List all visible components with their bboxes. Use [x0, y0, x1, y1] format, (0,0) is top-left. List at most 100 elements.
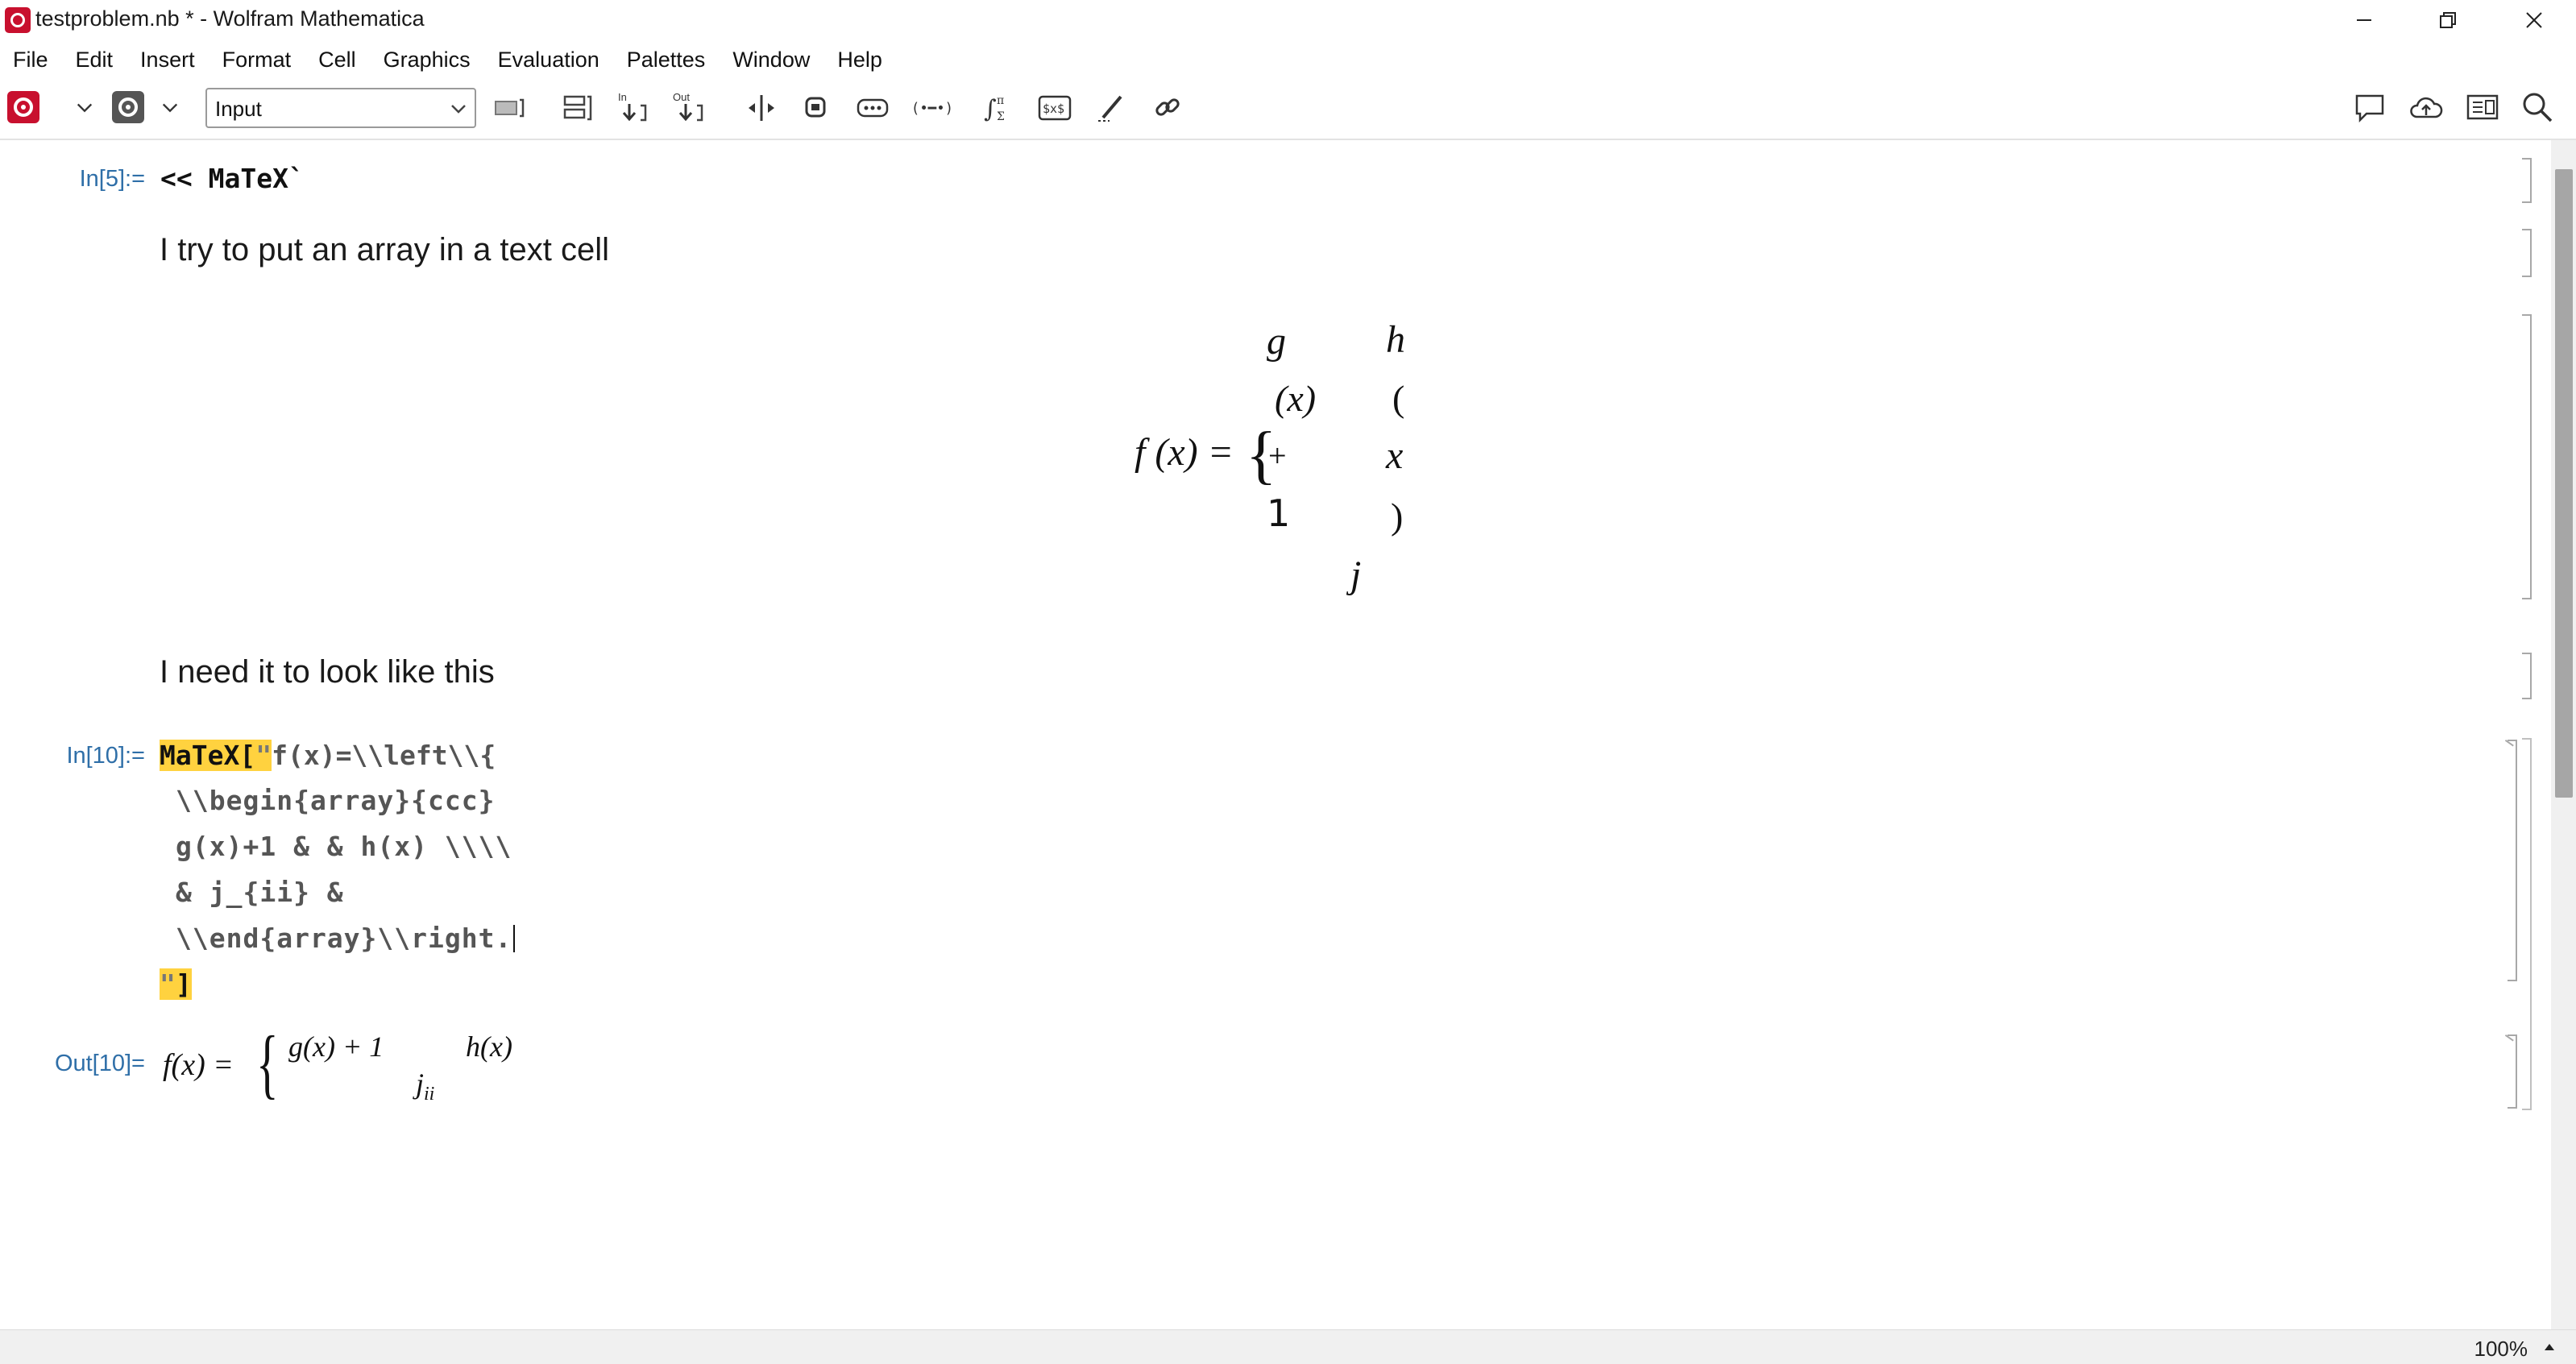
menu-format[interactable]: Format: [209, 48, 305, 73]
insert-between-icon: [749, 95, 774, 121]
cell-bracket-text1[interactable]: [2522, 229, 2532, 277]
code-line[interactable]: g(x)+1 & & h(x) \\\\: [176, 831, 512, 862]
close-quote: ": [160, 968, 176, 1000]
chevron-up-icon[interactable]: [2542, 1340, 2557, 1354]
cell-style-select[interactable]: Input: [205, 88, 476, 128]
drawing-tool-icon: [1098, 95, 1122, 122]
minimize-button[interactable]: [2325, 0, 2403, 40]
cell-bracket-formula[interactable]: [2522, 314, 2532, 599]
output-brace: {: [256, 1020, 279, 1106]
menu-help[interactable]: Help: [823, 48, 896, 73]
cell-bracket-input-10[interactable]: [2508, 740, 2517, 981]
template-box-button[interactable]: [854, 90, 891, 126]
evaluate-icon: [7, 91, 39, 123]
restore-icon: [2440, 12, 2456, 28]
menu-window[interactable]: Window: [719, 48, 823, 73]
svg-text:∫: ∫: [984, 95, 997, 123]
close-bracket: ]: [175, 968, 192, 1000]
svg-text:Σ: Σ: [997, 110, 1005, 123]
title-bar: testproblem.nb * - Wolfram Mathematica: [0, 0, 2576, 40]
code-line-with-cursor[interactable]: \\end{array}\\right.: [176, 922, 516, 954]
formula-token: x: [1386, 434, 1404, 477]
inline-tex-button[interactable]: $x$: [1036, 90, 1073, 126]
split-cell-button[interactable]: [559, 90, 596, 126]
settings-button[interactable]: [110, 85, 147, 129]
copy-input-icon: [805, 97, 826, 118]
search-icon: [2523, 93, 2553, 122]
restore-button[interactable]: [2409, 0, 2487, 40]
scrollbar-thumb[interactable]: [2555, 169, 2573, 798]
close-button[interactable]: [2495, 0, 2573, 40]
input-cell-10-closing[interactable]: "]: [160, 968, 192, 1000]
cloud-upload-icon: [2410, 97, 2443, 118]
split-cell-icon: [563, 95, 592, 121]
formula-token: j: [1350, 553, 1362, 596]
cell-group-bracket[interactable]: [2522, 738, 2532, 1110]
svg-text:$x$: $x$: [1043, 102, 1064, 116]
close-group-button[interactable]: [492, 90, 529, 126]
evaluate-button[interactable]: [5, 85, 42, 129]
svg-text:π: π: [997, 94, 1004, 107]
input-above-button[interactable]: In: [614, 87, 651, 127]
input-label-5: In[5]:=: [79, 166, 145, 192]
enclose-button[interactable]: (•━•): [909, 90, 952, 126]
menu-insert[interactable]: Insert: [127, 48, 209, 73]
code-line: f(x)=\\left\\{: [272, 740, 496, 771]
zoom-level[interactable]: 100%: [2474, 1337, 2528, 1362]
output-lhs: f(x) =: [163, 1048, 234, 1082]
input-label-10: In[10]:=: [66, 743, 145, 769]
search-button[interactable]: [2519, 89, 2556, 126]
cell-style-value: Input: [215, 97, 262, 121]
text-cell-2[interactable]: I need it to look like this: [160, 654, 495, 690]
math-assistant-icon: ∫ πΣ: [984, 94, 1005, 123]
formula-token: (: [1392, 378, 1405, 419]
cell-bracket-text2[interactable]: [2522, 653, 2532, 699]
text-cursor: [513, 925, 516, 952]
formula-lhs: f (x) =: [1135, 431, 1234, 474]
code-line[interactable]: & j_{ii} &: [176, 877, 344, 908]
vertical-scrollbar[interactable]: [2551, 140, 2576, 1329]
matex-function-name: MaTeX: [160, 740, 240, 771]
settings-dropdown[interactable]: [158, 95, 182, 119]
menu-evaluation[interactable]: Evaluation: [484, 48, 613, 73]
output-row1-right: h(x): [466, 1030, 512, 1063]
comment-icon: [2355, 94, 2384, 123]
cloud-upload-button[interactable]: [2408, 89, 2445, 126]
notebook-view-button[interactable]: [2464, 89, 2501, 126]
drawing-tool-button[interactable]: [1093, 90, 1130, 126]
copy-input-button[interactable]: [798, 90, 835, 126]
menu-cell[interactable]: Cell: [305, 48, 370, 73]
menu-file[interactable]: File: [0, 48, 62, 73]
text-cell-1[interactable]: I try to put an array in a text cell: [160, 232, 609, 268]
output-subscript: ii: [424, 1084, 435, 1105]
input-cell-5[interactable]: << MaTeX`: [160, 163, 305, 194]
chevron-down-icon: [451, 105, 466, 114]
code-line[interactable]: \\begin{array}{ccc}: [176, 785, 496, 816]
template-box-icon: [857, 98, 889, 118]
formula-token: +: [1268, 437, 1287, 474]
svg-text:Out: Out: [673, 91, 690, 103]
output-below-button[interactable]: Out: [670, 87, 707, 127]
comment-button[interactable]: [2351, 89, 2388, 126]
cell-bracket-5[interactable]: [2522, 158, 2532, 203]
math-assistant-button[interactable]: ∫ π Σ: [980, 87, 1017, 127]
menu-graphics[interactable]: Graphics: [370, 48, 484, 73]
notebook-area[interactable]: In[5]:= << MaTeX` I try to put an array …: [0, 140, 2551, 1329]
open-quote: ": [255, 740, 272, 771]
link-button[interactable]: [1149, 90, 1186, 126]
menu-palettes[interactable]: Palettes: [613, 48, 720, 73]
insert-between-button[interactable]: [743, 90, 780, 126]
mathematica-logo-icon: [5, 7, 31, 33]
output-label-10: Out[10]=: [54, 1051, 145, 1076]
output-j: j: [416, 1068, 425, 1100]
input-cell-10-line-1[interactable]: MaTeX["f(x)=\\left\\{: [160, 740, 496, 771]
status-bar: 100%: [0, 1329, 2576, 1364]
menu-edit[interactable]: Edit: [62, 48, 127, 73]
chevron-down-icon: [162, 103, 178, 113]
enclose-icon: (•━•): [911, 101, 952, 117]
open-bracket: [: [239, 740, 256, 771]
cell-bracket-output-10[interactable]: [2508, 1034, 2517, 1109]
evaluate-dropdown[interactable]: [73, 95, 97, 119]
link-icon: [1155, 98, 1180, 116]
notebook-view-icon: [2466, 94, 2499, 120]
